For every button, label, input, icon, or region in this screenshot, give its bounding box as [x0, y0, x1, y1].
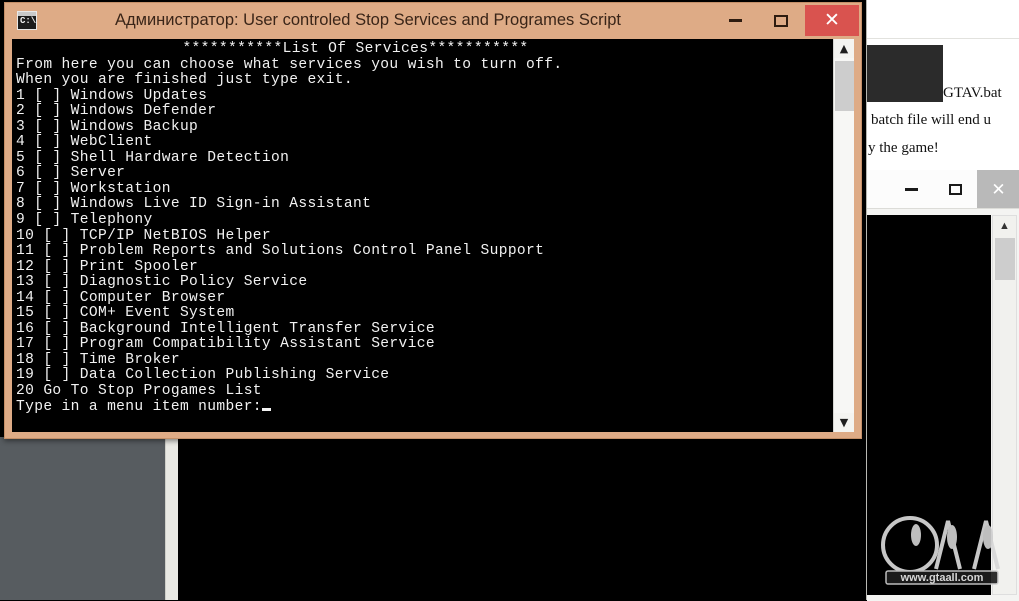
minimize-button[interactable]	[713, 5, 757, 36]
cmd-console-icon: C:\.	[17, 11, 37, 30]
console-line: 19 [ ] Data Collection Publishing Servic…	[16, 367, 390, 384]
close-icon: ✕	[991, 179, 1006, 199]
desktop-gray-strip	[165, 437, 178, 600]
console-line: 4 [ ] WebClient	[16, 134, 153, 151]
scrollbar-track[interactable]	[834, 58, 854, 413]
close-button[interactable]: ✕	[805, 5, 859, 36]
background-console-titlebar[interactable]: ✕	[867, 170, 1019, 209]
admin-console-window[interactable]: C:\. Администратор: User controled Stop …	[4, 2, 862, 439]
background-doc-text-line-2: batch file will end u	[871, 112, 991, 128]
background-console-output-area	[867, 215, 991, 595]
console-line: 7 [ ] Workstation	[16, 180, 171, 197]
console-line: 14 [ ] Computer Browser	[16, 289, 226, 306]
console-line: 16 [ ] Background Intelligent Transfer S…	[16, 320, 435, 337]
scroll-down-arrow-icon[interactable]: ▼	[834, 413, 854, 432]
background-document-body: GTAV.bat batch file will end u y the gam…	[867, 39, 1019, 176]
console-line: 20 Go To Stop Progames List	[16, 383, 262, 400]
background-doc-text-line-1: GTAV.bat	[943, 85, 1002, 101]
minimize-icon	[904, 187, 918, 191]
maximize-button[interactable]	[759, 5, 803, 36]
console-line: 17 [ ] Program Compatibility Assistant S…	[16, 336, 435, 353]
background-minimize-button[interactable]	[889, 170, 933, 208]
console-client-area[interactable]: ***********List Of Services*********** Fr…	[12, 39, 854, 432]
console-line: 12 [ ] Print Spooler	[16, 258, 199, 275]
background-console-window[interactable]: ✕ ▲	[866, 170, 1019, 601]
console-line: 8 [ ] Windows Live ID Sign-in Assistant	[16, 196, 372, 213]
console-line: From here you can choose what services y…	[16, 56, 563, 73]
console-line: 3 [ ] Windows Backup	[16, 118, 199, 135]
console-line: When you are finished just type exit.	[16, 72, 353, 89]
background-console-scrollbar[interactable]: ▲	[992, 215, 1017, 595]
console-line: 13 [ ] Diagnostic Policy Service	[16, 274, 308, 291]
console-output-text[interactable]: ***********List Of Services*********** Fr…	[12, 39, 833, 432]
background-maximize-button[interactable]	[933, 170, 977, 208]
console-line: 18 [ ] Time Broker	[16, 351, 180, 368]
minimize-icon	[728, 19, 742, 22]
background-console-body: ▲	[867, 209, 1019, 601]
console-line: ***********List Of Services***********	[182, 41, 529, 57]
console-line: Type in a menu item number:	[16, 399, 833, 416]
console-line: 6 [ ] Server	[16, 165, 126, 182]
console-line: 9 [ ] Telephony	[16, 212, 153, 229]
console-titlebar[interactable]: C:\. Администратор: User controled Stop …	[5, 3, 861, 38]
scrollbar-thumb[interactable]	[995, 238, 1015, 280]
console-line: 11 [ ] Problem Reports and Solutions Con…	[16, 243, 545, 260]
background-document-black-region	[867, 45, 943, 102]
console-scrollbar[interactable]: ▲ ▼	[833, 39, 854, 432]
scroll-up-arrow-icon[interactable]: ▲	[993, 216, 1016, 236]
background-document-window[interactable]: GTAV.bat batch file will end u y the gam…	[866, 0, 1019, 176]
close-icon: ✕	[824, 10, 840, 31]
console-line: 10 [ ] TCP/IP NetBIOS Helper	[16, 227, 272, 244]
maximize-icon	[948, 183, 962, 195]
console-line: 1 [ ] Windows Updates	[16, 87, 208, 104]
cmd-icon-titlestrip	[18, 12, 36, 16]
scrollbar-thumb[interactable]	[835, 61, 854, 111]
console-line: 15 [ ] COM+ Event System	[16, 305, 235, 322]
maximize-icon	[774, 14, 788, 27]
desktop-gray-panel	[0, 437, 165, 600]
background-doc-text-line-3: y the game!	[868, 140, 939, 156]
scroll-up-arrow-icon[interactable]: ▲	[834, 39, 854, 58]
background-document-titlebar[interactable]	[867, 0, 1019, 39]
console-line: 2 [ ] Windows Defender	[16, 103, 217, 120]
console-line: 5 [ ] Shell Hardware Detection	[16, 149, 290, 166]
background-close-button[interactable]: ✕	[977, 170, 1019, 208]
cmd-icon-label: C:\.	[20, 16, 37, 26]
text-cursor	[261, 407, 271, 411]
